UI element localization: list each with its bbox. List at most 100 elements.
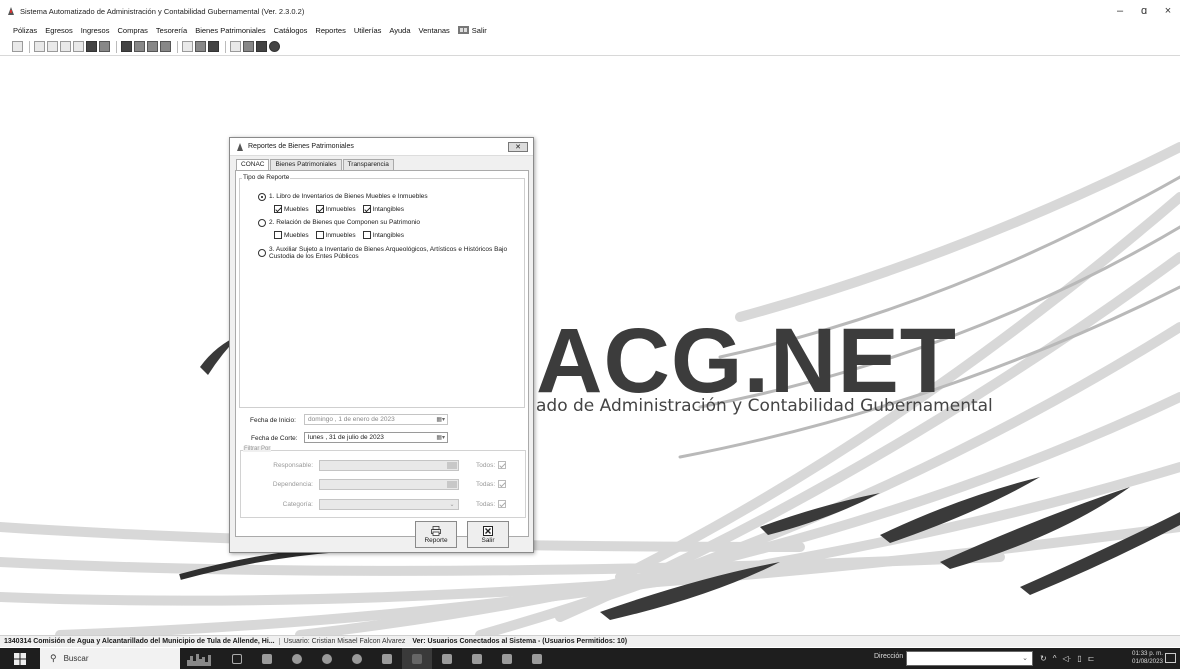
taskbar-clock[interactable]: 01:33 p. m. 01/08/2023 (1132, 650, 1163, 666)
explorer-app-icon[interactable] (372, 648, 402, 669)
todas-categoria[interactable]: Todas: (476, 500, 507, 508)
dropdown-arrow-icon[interactable] (447, 462, 457, 469)
menu-tesoreria[interactable]: Tesorería (156, 26, 187, 35)
excel-app-icon[interactable] (492, 648, 522, 669)
calculator-icon[interactable] (256, 41, 267, 52)
menu-reportes[interactable]: Reportes (315, 26, 345, 35)
menu-polizas[interactable]: Pólizas (13, 26, 37, 35)
option-relacion-bienes[interactable]: 2. Relación de Bienes que Componen su Pa… (258, 219, 420, 227)
tab-transparencia[interactable]: Transparencia (342, 159, 394, 170)
dependencia-select[interactable] (319, 479, 459, 490)
chart-icon[interactable] (182, 41, 193, 52)
menu-egresos[interactable]: Egresos (45, 26, 73, 35)
todos-responsable[interactable]: Todos: (476, 461, 507, 469)
network-icon[interactable] (208, 41, 219, 52)
book-icon[interactable] (121, 41, 132, 52)
edge-app-icon[interactable] (342, 648, 372, 669)
option-auxiliar-inventario[interactable]: 3. Auxiliar Sujeto a Inventario de Biene… (258, 246, 520, 260)
dropdown-arrow-icon[interactable] (447, 481, 457, 488)
globe-icon[interactable] (160, 41, 171, 52)
chevron-up-icon[interactable]: ^ (1053, 654, 1057, 663)
check-inmuebles-1[interactable]: Inmuebles (315, 205, 356, 213)
check-intangibles-2[interactable]: Intangibles (362, 231, 404, 239)
tools-icon[interactable] (99, 41, 110, 52)
print-icon[interactable] (147, 41, 158, 52)
network-icon[interactable]: ⊏ (1088, 654, 1095, 663)
check-muebles-2[interactable]: Muebles (274, 231, 309, 239)
tool-icon[interactable] (243, 41, 254, 52)
acrobat-app-icon[interactable] (522, 648, 552, 669)
menu-ingresos[interactable]: Ingresos (81, 26, 110, 35)
users-icon[interactable] (195, 41, 206, 52)
categoria-select[interactable]: ⌄ (319, 499, 459, 510)
direccion-label: Dirección (874, 653, 904, 660)
browser-app-icon[interactable] (312, 648, 342, 669)
check-intangibles-1[interactable]: Intangibles (362, 205, 404, 213)
report-icon[interactable] (134, 41, 145, 52)
windows-start-button[interactable] (0, 648, 40, 669)
new-document-icon[interactable] (12, 41, 23, 52)
app-icon-2[interactable] (462, 648, 492, 669)
chevron-down-icon[interactable]: ⌄ (1022, 654, 1028, 662)
start-date-picker[interactable]: domingo , 1 de enero de 2023 ▦▾ (304, 414, 448, 425)
menu-bienes-patrimoniales[interactable]: Bienes Patrimoniales (195, 26, 265, 35)
todas-dependencia[interactable]: Todas: (476, 480, 507, 488)
calendar-dropdown-icon[interactable]: ▦▾ (436, 434, 445, 441)
menu-catalogos[interactable]: Catálogos (274, 26, 308, 35)
acg-app-icon[interactable] (402, 648, 432, 669)
calendar-dropdown-icon[interactable]: ▦▾ (436, 416, 445, 423)
menu-ayuda[interactable]: Ayuda (389, 26, 410, 35)
checkbox[interactable] (362, 231, 371, 239)
policy-p-icon[interactable] (73, 41, 84, 52)
reporte-button[interactable]: Reporte (415, 521, 457, 548)
checkbox[interactable] (498, 461, 507, 469)
checkbox[interactable] (362, 205, 371, 213)
city-widget-icon[interactable] (180, 648, 222, 669)
direccion-input[interactable]: ⌄ (906, 651, 1033, 666)
window-title: Sistema Automatizado de Administración y… (20, 6, 305, 16)
volume-icon[interactable]: ◁· (1062, 654, 1071, 663)
checkbox[interactable] (498, 500, 507, 508)
checkbox[interactable] (498, 480, 507, 488)
checkbox[interactable] (315, 231, 324, 239)
refresh-icon[interactable]: ↻ (1040, 654, 1047, 663)
connected-users-link[interactable]: Ver: Usuarios Conectados al Sistema - (U… (412, 638, 627, 645)
responsable-select[interactable] (319, 460, 459, 471)
radio-relacion-bienes[interactable] (258, 219, 266, 227)
chrome-app-icon[interactable] (282, 648, 312, 669)
organization-status: 1340314 Comisión de Agua y Alcantarillad… (4, 638, 275, 645)
save-icon[interactable] (86, 41, 97, 52)
end-date-picker[interactable]: lunes , 31 de julio de 2023 ▦▾ (304, 432, 448, 443)
checkbox[interactable] (315, 205, 324, 213)
option-libro-inventarios[interactable]: 1. Libro de Inventarios de Bienes Mueble… (258, 193, 428, 201)
menu-ventanas[interactable]: Ventanas (419, 26, 450, 35)
menu-salir[interactable]: Salir (457, 25, 487, 35)
policy-d-icon[interactable] (60, 41, 71, 52)
minimize-button[interactable]: – (1108, 0, 1132, 22)
menu-utilerias[interactable]: Utilerías (354, 26, 382, 35)
chevron-down-icon[interactable]: ⌄ (447, 501, 457, 508)
salir-button[interactable]: Salir (467, 521, 509, 548)
maximize-button[interactable]: ɑ (1132, 0, 1156, 22)
check-inmuebles-2[interactable]: Inmuebles (315, 231, 356, 239)
notification-icon[interactable] (1165, 653, 1176, 663)
radio-libro-inventarios[interactable] (258, 193, 266, 201)
report-type-group: Tipo de Reporte 1. Libro de Inventarios … (239, 174, 525, 408)
checkbox[interactable] (274, 231, 282, 239)
dialog-close-button[interactable]: ✕ (508, 142, 528, 152)
policy-i-icon[interactable] (47, 41, 58, 52)
help-icon[interactable] (269, 41, 280, 52)
task-view-icon[interactable] (222, 648, 252, 669)
mail-app-icon[interactable] (252, 648, 282, 669)
menu-compras[interactable]: Compras (117, 26, 147, 35)
checkbox[interactable] (274, 205, 282, 213)
radio-auxiliar-inventario[interactable] (258, 249, 266, 257)
taskbar-search-box[interactable]: ⚲ Buscar (40, 648, 180, 669)
close-button[interactable]: × (1156, 0, 1180, 22)
tab-bienes-patrimoniales[interactable]: Bienes Patrimoniales (270, 159, 342, 170)
app-icon-1[interactable] (432, 648, 462, 669)
policy-e-icon[interactable] (34, 41, 45, 52)
tree-icon[interactable] (230, 41, 241, 52)
check-muebles-1[interactable]: Muebles (274, 205, 309, 213)
battery-icon[interactable]: ▯ (1077, 654, 1081, 663)
